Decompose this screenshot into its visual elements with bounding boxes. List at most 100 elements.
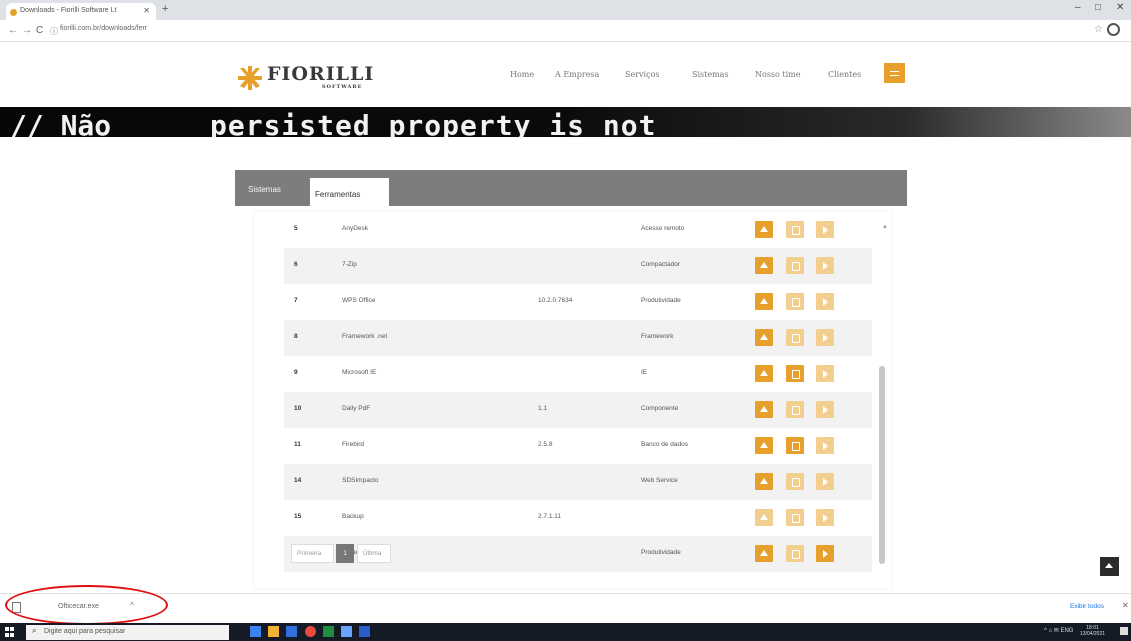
row-name: SDSImpacto: [342, 477, 379, 484]
nav-empresa[interactable]: A Empresa: [555, 70, 599, 79]
download-button[interactable]: [755, 437, 773, 454]
download-button[interactable]: [755, 401, 773, 418]
video-button[interactable]: [816, 473, 834, 490]
profile-avatar[interactable]: [1107, 23, 1120, 36]
row-version: 2.7.1.11: [538, 513, 562, 520]
file-explorer-icon[interactable]: [268, 626, 279, 637]
excel-icon[interactable]: [323, 626, 334, 637]
highlight-circle: [5, 585, 168, 625]
download-button[interactable]: [755, 509, 773, 526]
row-category: Produtividade: [641, 297, 681, 304]
manual-button[interactable]: [786, 401, 804, 418]
video-button[interactable]: [816, 329, 834, 346]
logo-icon[interactable]: [237, 66, 263, 90]
back-button[interactable]: ←: [8, 25, 18, 36]
download-button[interactable]: [755, 545, 773, 562]
table-row: 5 AnyDesk Acesso remoto: [284, 212, 872, 248]
manual-button[interactable]: [786, 293, 804, 310]
row-name: Firebird: [342, 441, 365, 448]
row-number: 15: [294, 513, 302, 520]
manual-button[interactable]: [786, 545, 804, 562]
search-icon: ⌕: [32, 626, 37, 635]
taskbar-search-input[interactable]: ⌕ Digite aqui para pesquisar: [26, 625, 229, 640]
manual-button[interactable]: [786, 437, 804, 454]
mail-icon[interactable]: [286, 626, 297, 637]
back-to-top-button[interactable]: [1100, 557, 1119, 576]
manual-button[interactable]: [786, 257, 804, 274]
row-name: Daily PdF: [342, 405, 371, 412]
tab-title: Downloads - Fiorilli Software Lt: [20, 7, 117, 14]
video-button[interactable]: [816, 401, 834, 418]
word-icon[interactable]: [359, 626, 370, 637]
row-number: 9: [294, 369, 298, 376]
nav-home[interactable]: Home: [510, 70, 534, 79]
site-info-icon[interactable]: ⓘ: [50, 26, 58, 37]
search-placeholder: Digite aqui para pesquisar: [44, 628, 126, 635]
pagination-page-1[interactable]: 1: [336, 544, 354, 563]
row-name: WPS Office: [342, 297, 376, 304]
hero-left-text: // Não: [10, 109, 112, 137]
download-button[interactable]: [755, 257, 773, 274]
video-button[interactable]: [816, 545, 834, 562]
manual-button[interactable]: [786, 329, 804, 346]
url-field[interactable]: fiorilli.com.br/downloads/ferr: [60, 25, 147, 32]
taskbar-clock[interactable]: 18:01 13/04/2021: [1080, 625, 1105, 637]
download-button[interactable]: [755, 221, 773, 238]
notification-icon[interactable]: [1120, 627, 1128, 635]
maximize-button[interactable]: □: [1095, 2, 1101, 13]
row-number: 7: [294, 297, 298, 304]
reload-button[interactable]: C: [36, 25, 43, 36]
table-row: 15 Backup 2.7.1.11: [284, 500, 872, 536]
download-button[interactable]: [755, 365, 773, 382]
show-all-downloads-link[interactable]: Exibir todos: [1070, 603, 1104, 610]
clock-date: 13/04/2021: [1080, 631, 1106, 637]
nav-clientes[interactable]: Clientes: [828, 70, 861, 79]
browser-tab[interactable]: Downloads - Fiorilli Software Lt ✕: [6, 3, 156, 20]
video-button[interactable]: [816, 437, 834, 454]
minimize-button[interactable]: –: [1075, 2, 1081, 13]
row-category: Componente: [641, 405, 679, 412]
task-view-icon[interactable]: [250, 626, 261, 637]
logo-text[interactable]: FIORILLI: [267, 63, 374, 85]
row-number: 6: [294, 261, 298, 268]
tab-ferramentas[interactable]: Ferramentas: [310, 178, 389, 206]
video-button[interactable]: [816, 509, 834, 526]
nav-sistemas[interactable]: Sistemas: [692, 70, 729, 79]
manual-button[interactable]: [786, 473, 804, 490]
browser-icon[interactable]: [341, 626, 352, 637]
download-button[interactable]: [755, 293, 773, 310]
nav-servicos[interactable]: Serviços: [625, 70, 660, 79]
window-close-button[interactable]: ✕: [1116, 2, 1124, 13]
pagination-last[interactable]: Última: [357, 544, 391, 563]
row-name: Framework .net: [342, 333, 388, 340]
nav-nosso-time[interactable]: Nosso time: [755, 70, 800, 79]
downloads-close-icon[interactable]: ✕: [1122, 601, 1129, 610]
menu-toggle-button[interactable]: [884, 63, 905, 83]
system-tray[interactable]: ^ ⌂ ✉ ENG: [1044, 627, 1073, 634]
scrollbar-thumb[interactable]: [879, 366, 885, 564]
table-row: 9 Microsoft IE IE: [284, 356, 872, 392]
chrome-icon[interactable]: [305, 626, 316, 637]
windows-start-icon[interactable]: [5, 627, 15, 637]
row-category: Compactador: [641, 261, 681, 268]
scroll-up-icon[interactable]: ▲: [882, 224, 888, 230]
tab-sistemas[interactable]: Sistemas: [248, 185, 281, 194]
table-row: 8 Framework .net Framework: [284, 320, 872, 356]
manual-button[interactable]: [786, 509, 804, 526]
video-button[interactable]: [816, 293, 834, 310]
new-tab-button[interactable]: +: [162, 3, 168, 15]
download-button[interactable]: [755, 473, 773, 490]
manual-button[interactable]: [786, 365, 804, 382]
video-button[interactable]: [816, 257, 834, 274]
bookmark-star-icon[interactable]: ☆: [1094, 24, 1103, 35]
row-number: 5: [294, 225, 298, 232]
video-button[interactable]: [816, 365, 834, 382]
video-button[interactable]: [816, 221, 834, 238]
row-version: 1.1: [538, 405, 548, 412]
tab-close-icon[interactable]: ✕: [143, 6, 150, 15]
manual-button[interactable]: [786, 221, 804, 238]
pagination-first[interactable]: Primeira: [291, 544, 334, 563]
download-button[interactable]: [755, 329, 773, 346]
browser-tab-strip: Downloads - Fiorilli Software Lt ✕ + – □…: [0, 0, 1131, 20]
forward-button[interactable]: →: [22, 25, 32, 36]
